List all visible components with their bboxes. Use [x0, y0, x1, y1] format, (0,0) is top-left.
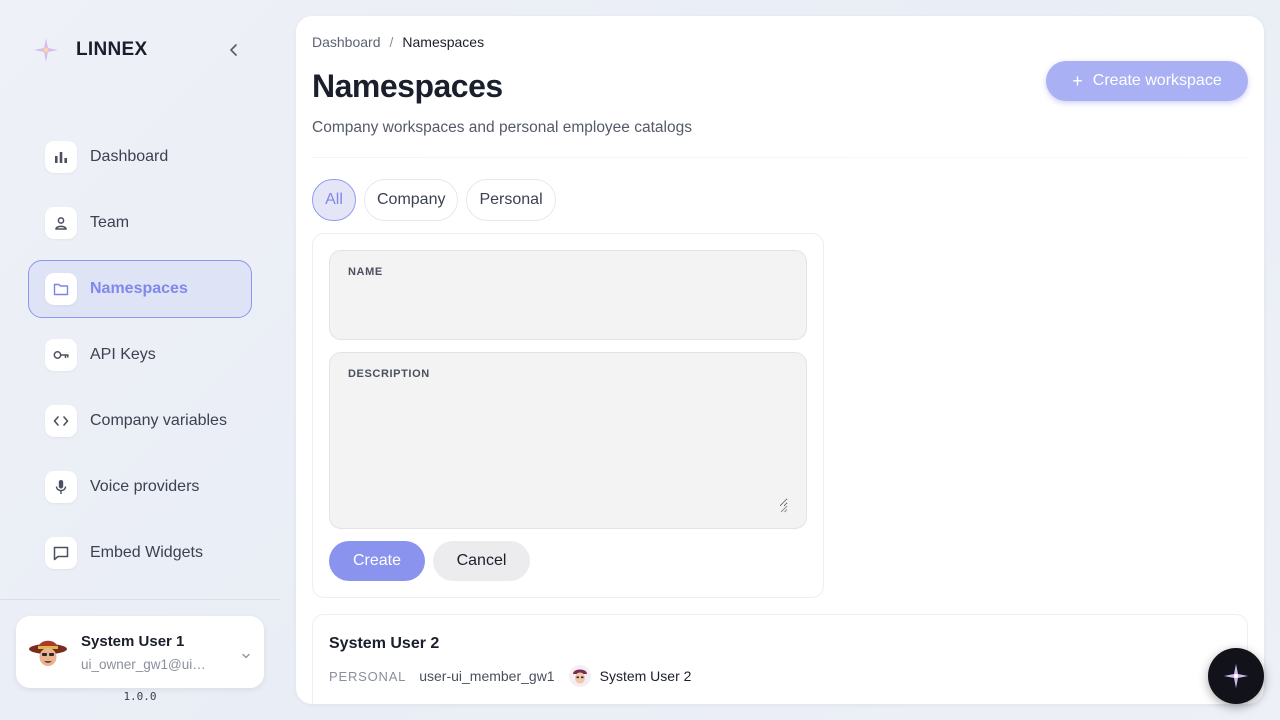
sidebar-item-label: Voice providers	[90, 478, 200, 495]
sidebar-item-label: Namespaces	[90, 280, 188, 297]
chevron-left-icon	[230, 44, 237, 56]
sidebar-item-label: Company variables	[90, 412, 227, 429]
sidebar-item-company-variables[interactable]: Company variables	[28, 392, 252, 450]
user-name: System User 1	[81, 632, 185, 650]
brand[interactable]: LINNEX	[32, 34, 147, 66]
chevron-down-icon	[242, 646, 250, 664]
app-version: 1.0.0	[123, 690, 157, 703]
namespace-meta: PERSONAL user-ui_member_gw1 System User …	[329, 665, 691, 687]
name-field-wrapper: NAME	[329, 250, 807, 340]
chat-bubble-icon	[45, 537, 77, 569]
brand-name: LINNEX	[76, 39, 148, 60]
main-panel: Dashboard / Namespaces Namespaces Compan…	[296, 16, 1264, 704]
create-workspace-label: Create workspace	[1092, 72, 1222, 89]
sidebar-item-label: Embed Widgets	[90, 544, 203, 561]
create-namespace-form: NAME DESCRIPTION Create Cancel	[312, 233, 824, 598]
sidebar-item-team[interactable]: Team	[28, 194, 252, 252]
user-info: System User 1 ui_owner_gw1@ui_...	[81, 633, 209, 672]
header-divider	[312, 157, 1248, 158]
sidebar-divider	[0, 599, 280, 600]
sidebar-item-dashboard[interactable]: Dashboard	[28, 128, 252, 186]
namespace-title: System User 2	[329, 635, 440, 652]
sidebar-item-voice-providers[interactable]: Voice providers	[28, 458, 252, 516]
sidebar-item-label: API Keys	[90, 346, 156, 363]
namespace-card[interactable]: System User 2 PERSONAL user-ui_member_gw…	[312, 614, 1248, 704]
user-email: ui_owner_gw1@ui_...	[81, 656, 209, 672]
assistant-launcher-button[interactable]	[1208, 648, 1264, 704]
page-title: Namespaces	[312, 68, 503, 104]
sidebar-item-label: Team	[90, 214, 130, 231]
plus-icon: +	[1072, 70, 1083, 91]
folder-icon	[45, 273, 77, 305]
description-field-label: DESCRIPTION	[348, 368, 430, 380]
sidebar-item-namespaces[interactable]: Namespaces	[28, 260, 252, 318]
filter-all[interactable]: All	[312, 179, 356, 221]
bar-chart-icon	[45, 141, 77, 173]
breadcrumb-separator: /	[389, 34, 394, 50]
create-workspace-button[interactable]: + Create workspace	[1046, 61, 1248, 101]
sidebar-item-embed-widgets[interactable]: Embed Widgets	[28, 524, 252, 582]
filter-personal[interactable]: Personal	[466, 179, 556, 221]
name-input[interactable]	[348, 291, 788, 321]
sidebar: LINNEX Dashboard Team Namespaces API Key…	[0, 0, 280, 720]
cancel-button[interactable]: Cancel	[433, 541, 530, 581]
name-field-label: NAME	[348, 266, 383, 278]
namespace-type-badge: PERSONAL	[329, 668, 407, 684]
key-icon	[45, 339, 77, 371]
page-subtitle: Company workspaces and personal employee…	[312, 119, 692, 136]
sparkle-logo-icon	[32, 36, 60, 64]
collapse-sidebar-button[interactable]	[224, 40, 244, 60]
breadcrumb: Dashboard / Namespaces	[312, 34, 484, 50]
microphone-icon	[45, 471, 77, 503]
create-button[interactable]: Create	[329, 541, 425, 581]
description-field-wrapper: DESCRIPTION	[329, 352, 807, 529]
description-textarea[interactable]	[348, 393, 788, 507]
namespace-slug: user-ui_member_gw1	[419, 668, 555, 684]
sidebar-item-api-keys[interactable]: API Keys	[28, 326, 252, 384]
filter-company[interactable]: Company	[364, 179, 459, 221]
code-icon	[45, 405, 77, 437]
resize-handle-icon[interactable]	[780, 500, 788, 513]
owner-avatar	[568, 665, 591, 687]
breadcrumb-current: Namespaces	[402, 34, 485, 50]
sidebar-nav: Dashboard Team Namespaces API Keys Compa…	[28, 128, 252, 590]
namespace-owner: System User 2	[599, 668, 692, 684]
sparkle-icon	[1224, 664, 1248, 688]
breadcrumb-root-link[interactable]: Dashboard	[312, 34, 381, 50]
user-menu[interactable]: System User 1 ui_owner_gw1@ui_...	[16, 616, 264, 688]
user-icon	[45, 207, 77, 239]
sidebar-item-label: Dashboard	[90, 148, 169, 165]
avatar	[28, 632, 68, 672]
namespace-filter-tabs: All Company Personal	[312, 179, 564, 221]
